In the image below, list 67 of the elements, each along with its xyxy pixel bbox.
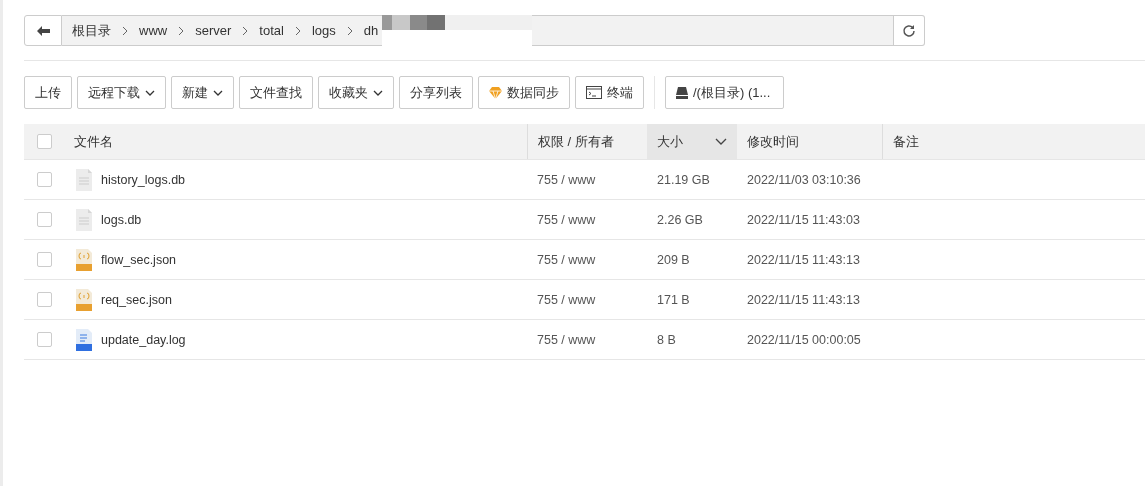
terminal-icon [586, 86, 602, 99]
modified-time-cell: 2022/11/15 11:43:13 [747, 252, 860, 267]
disk-icon [676, 86, 688, 99]
chevron-icon [177, 25, 186, 36]
toolbar-button[interactable]: 收藏夹 [318, 76, 394, 109]
permission-cell: 755 / www [537, 172, 596, 187]
size-cell: 21.19 GB [657, 172, 710, 187]
breadcrumb-link[interactable]: 根目录 [68, 21, 115, 40]
document-icon [76, 208, 92, 231]
chevron-icon [293, 25, 302, 36]
breadcrumb-link[interactable]: total [255, 23, 288, 38]
diamond-icon [489, 86, 502, 99]
column-header[interactable]: 备注 [893, 132, 919, 151]
breadcrumb-link[interactable]: dh [359, 23, 383, 38]
row-checkbox[interactable] [36, 172, 52, 187]
refresh-button[interactable] [894, 15, 925, 46]
toolbar-button[interactable]: 分享列表 [399, 76, 473, 109]
size-cell: 171 B [657, 292, 690, 307]
breadcrumb-link[interactable]: www [135, 23, 172, 38]
caret-icon [213, 89, 223, 96]
modified-time-cell: 2022/11/15 00:00:05 [747, 332, 861, 347]
file-name[interactable]: logs.db [101, 212, 142, 227]
row-checkbox[interactable] [36, 252, 52, 267]
refresh-icon [902, 23, 916, 38]
toolbar-button[interactable]: 上传 [24, 76, 72, 109]
toolbar-button[interactable]: 终端 [575, 76, 644, 109]
chevron-icon [241, 25, 250, 36]
back-button[interactable] [24, 15, 62, 46]
back-arrow-icon [36, 25, 50, 36]
file-name[interactable]: req_sec.json [101, 292, 172, 307]
modified-time-cell: 2022/11/15 11:43:03 [747, 212, 860, 227]
size-cell: 209 B [657, 252, 690, 267]
file-name[interactable]: update_day.log [101, 332, 186, 347]
disk-button[interactable]: /(根目录) (1... [665, 76, 784, 109]
breadcrumb-link[interactable]: logs [307, 23, 340, 38]
toolbar-button[interactable]: 远程下载 [77, 76, 166, 109]
file-name[interactable]: history_logs.db [101, 172, 186, 187]
column-header[interactable]: 文件名 [74, 132, 113, 151]
modified-time-cell: 2022/11/15 11:43:13 [747, 292, 860, 307]
size-cell: 8 B [657, 332, 676, 347]
chevron-icon [121, 25, 129, 36]
row-checkbox[interactable] [36, 292, 52, 307]
caret-icon [373, 89, 383, 96]
document-icon [76, 168, 92, 191]
log-file-icon [76, 328, 92, 351]
permission-cell: 755 / www [537, 332, 596, 347]
row-checkbox[interactable] [36, 332, 52, 347]
permission-cell: 755 / www [537, 252, 596, 267]
json-file-icon [76, 248, 92, 271]
column-header[interactable]: 修改时间 [747, 132, 799, 151]
permission-cell: 755 / www [537, 212, 596, 227]
chevron-icon [345, 25, 354, 36]
sort-caret-icon [715, 138, 727, 145]
column-header[interactable]: 权限 / 所有者 [538, 132, 614, 151]
breadcrumb-link[interactable]: server [191, 23, 236, 38]
toolbar-button[interactable]: 文件查找 [239, 76, 313, 109]
size-cell: 2.26 GB [657, 212, 703, 227]
json-file-icon [76, 288, 92, 311]
caret-icon [145, 89, 155, 96]
row-checkbox[interactable] [36, 212, 52, 227]
select-all-checkbox[interactable] [36, 134, 52, 149]
column-header[interactable]: 大小 [657, 132, 683, 151]
toolbar-button[interactable]: 数据同步 [478, 76, 570, 109]
modified-time-cell: 2022/11/03 03:10:36 [747, 172, 861, 187]
file-name[interactable]: flow_sec.json [101, 252, 177, 267]
toolbar-button[interactable]: 新建 [171, 76, 234, 109]
permission-cell: 755 / www [537, 292, 596, 307]
